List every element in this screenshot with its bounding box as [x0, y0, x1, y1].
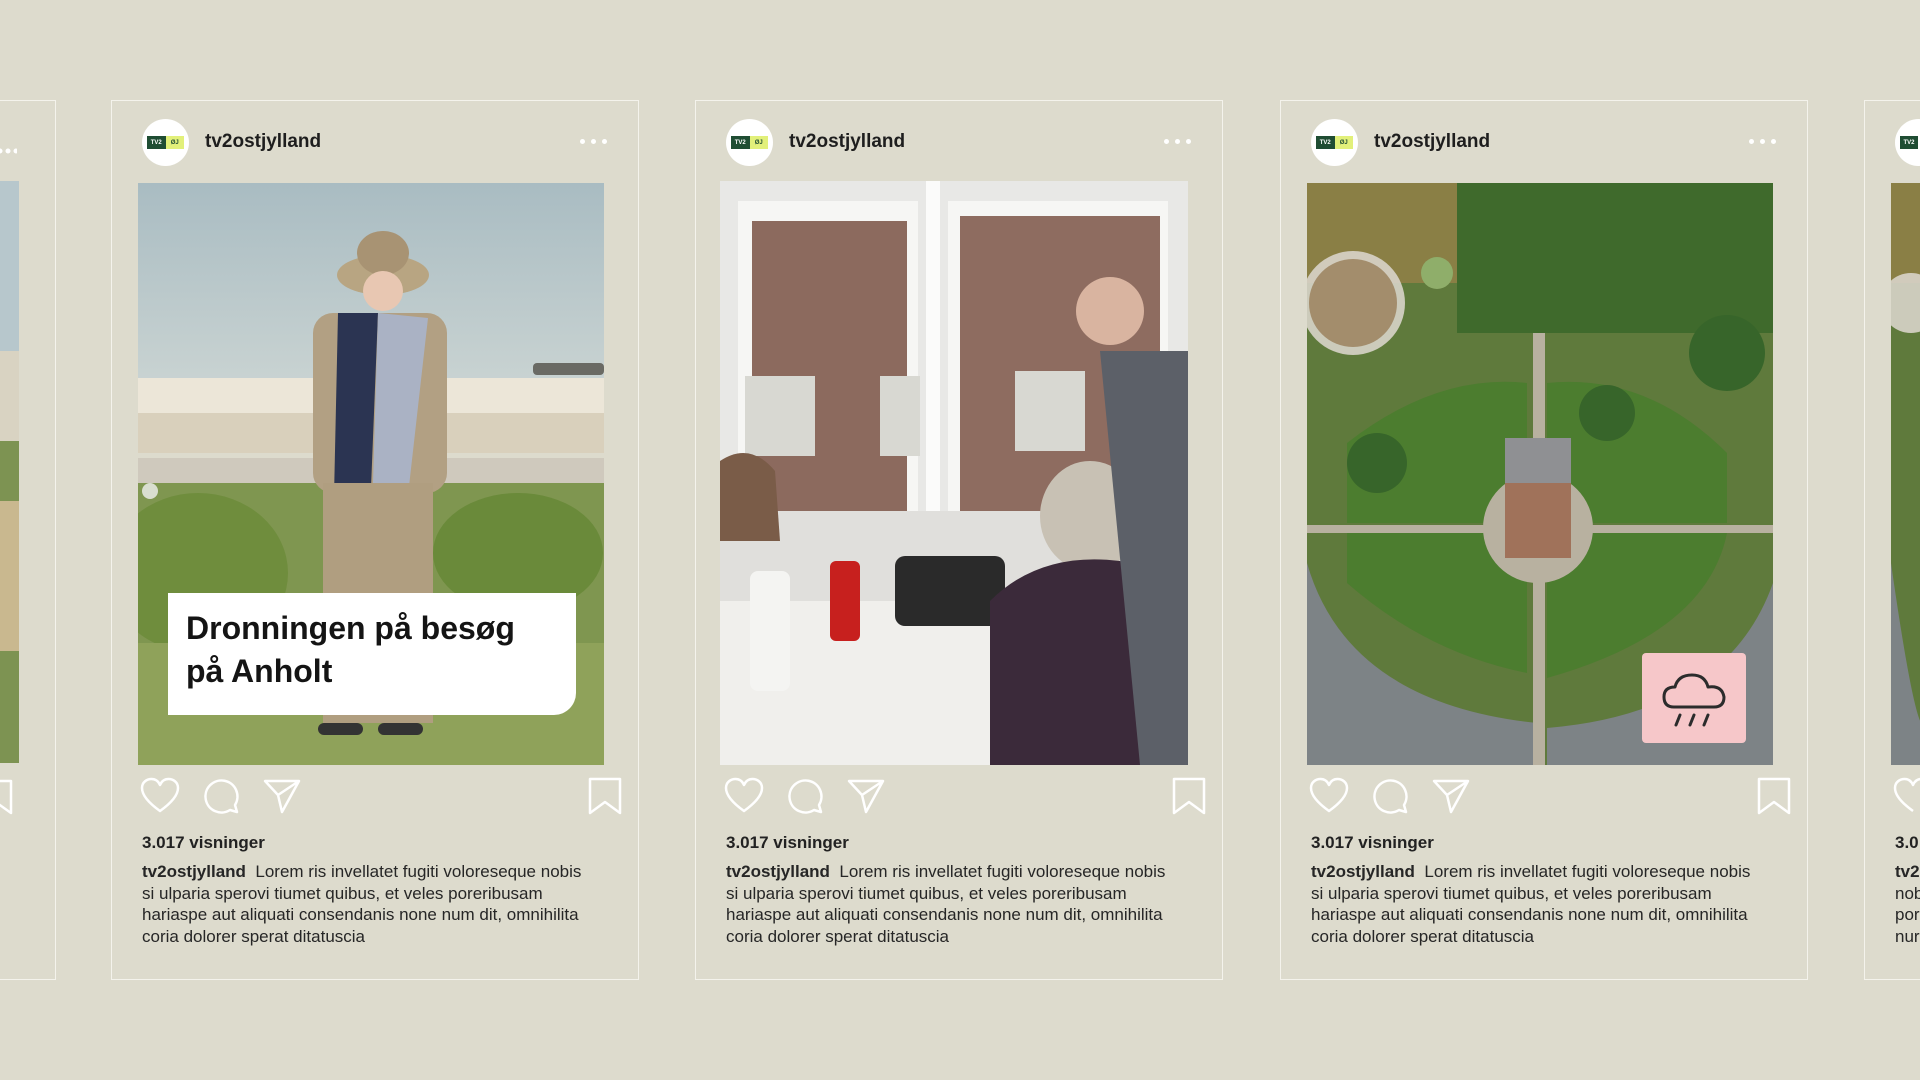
logo-left: TV2 — [731, 136, 750, 149]
comment-icon[interactable] — [786, 777, 824, 815]
more-icon[interactable] — [1164, 139, 1192, 145]
logo-left: TV2 — [147, 136, 166, 149]
caption-username[interactable]: tv2ostjylland — [726, 862, 830, 881]
avatar[interactable]: TV2 ØJ — [726, 119, 773, 166]
bookmark-icon[interactable] — [0, 779, 13, 820]
weather-badge — [1642, 653, 1746, 743]
tv2-logo: TV2 ØJ — [1316, 136, 1353, 149]
more-icon[interactable] — [580, 139, 608, 145]
views-count: 3.017 visninger — [726, 833, 849, 852]
username[interactable]: tv2ostjylland — [1374, 131, 1490, 153]
post-image — [720, 181, 1188, 765]
logo-right: ØJ — [165, 136, 184, 149]
username[interactable]: tv2ostjylland — [789, 131, 905, 153]
comment-icon[interactable] — [1371, 777, 1409, 815]
overlay-title: Dronningen på besøg på Anholt — [168, 593, 576, 715]
caption-username[interactable]: tv2ostjylland — [142, 862, 246, 881]
avatar[interactable]: TV2 ØJ — [1311, 119, 1358, 166]
post-actions — [1309, 777, 1791, 817]
caption: tv2ostjylland Lorem ris invellatet fugit… — [726, 861, 1176, 947]
post-image: Dronningen på besøg på Anholt — [138, 183, 604, 765]
more-icon[interactable] — [1749, 139, 1777, 145]
post-actions — [140, 777, 622, 817]
avatar[interactable]: TV2 ØJ — [142, 119, 189, 166]
post-card: TV2 ØJ tv2ostjylland — [695, 100, 1223, 980]
logo-right: ØJ — [1334, 136, 1353, 149]
heart-icon[interactable] — [724, 777, 764, 815]
tv2-logo: TV2 — [1900, 136, 1918, 149]
share-icon[interactable] — [1431, 777, 1471, 815]
caption-username[interactable]: tv2ostjylland — [1311, 862, 1415, 881]
heart-icon[interactable] — [1893, 777, 1920, 820]
tv2-logo: TV2 ØJ — [731, 136, 768, 149]
avatar[interactable]: TV2 — [1895, 119, 1920, 166]
views-count: 3.017 visninger — [1311, 833, 1434, 852]
share-icon[interactable] — [262, 777, 302, 815]
post-card: TV2 ØJ tv2ostjylland — [111, 100, 639, 980]
post-header: TV2 ØJ tv2ostjylland — [142, 119, 618, 167]
partial-post-right: TV2 3.0 tv2 nob por nur — [1864, 100, 1920, 980]
partial-post-left — [0, 100, 56, 980]
bookmark-icon[interactable] — [1757, 777, 1791, 815]
views-count: 3.017 visninger — [142, 833, 265, 852]
caption: tv2ostjylland Lorem ris invellatet fugit… — [142, 861, 592, 947]
logo-left: TV2 — [1316, 136, 1335, 149]
more-icon[interactable] — [0, 141, 19, 159]
post-card: TV2 ØJ tv2ostjylland — [1280, 100, 1808, 980]
logo-right: ØJ — [749, 136, 768, 149]
caption-line: nur — [1895, 926, 1920, 946]
rain-cloud-icon — [1662, 673, 1726, 727]
bookmark-icon[interactable] — [588, 777, 622, 815]
comment-icon[interactable] — [202, 777, 240, 815]
post-header: TV2 ØJ tv2ostjylland — [726, 119, 1202, 167]
caption-line: por — [1895, 905, 1920, 924]
caption-line: tv2 — [1895, 862, 1920, 881]
caption-partial: tv2 nob por nur — [1895, 861, 1920, 947]
post-image — [1307, 183, 1773, 765]
share-icon[interactable] — [846, 777, 886, 815]
heart-icon[interactable] — [140, 777, 180, 815]
post-image-partial — [0, 181, 19, 763]
post-actions — [724, 777, 1206, 817]
tv2-logo: TV2 ØJ — [147, 136, 184, 149]
post-header: TV2 ØJ tv2ostjylland — [1311, 119, 1787, 167]
views-count-partial: 3.0 — [1895, 833, 1919, 852]
post-image-partial — [1891, 183, 1920, 765]
bookmark-icon[interactable] — [1172, 777, 1206, 815]
caption: tv2ostjylland Lorem ris invellatet fugit… — [1311, 861, 1761, 947]
username[interactable]: tv2ostjylland — [205, 131, 321, 153]
caption-line: nob — [1895, 883, 1920, 903]
heart-icon[interactable] — [1309, 777, 1349, 815]
